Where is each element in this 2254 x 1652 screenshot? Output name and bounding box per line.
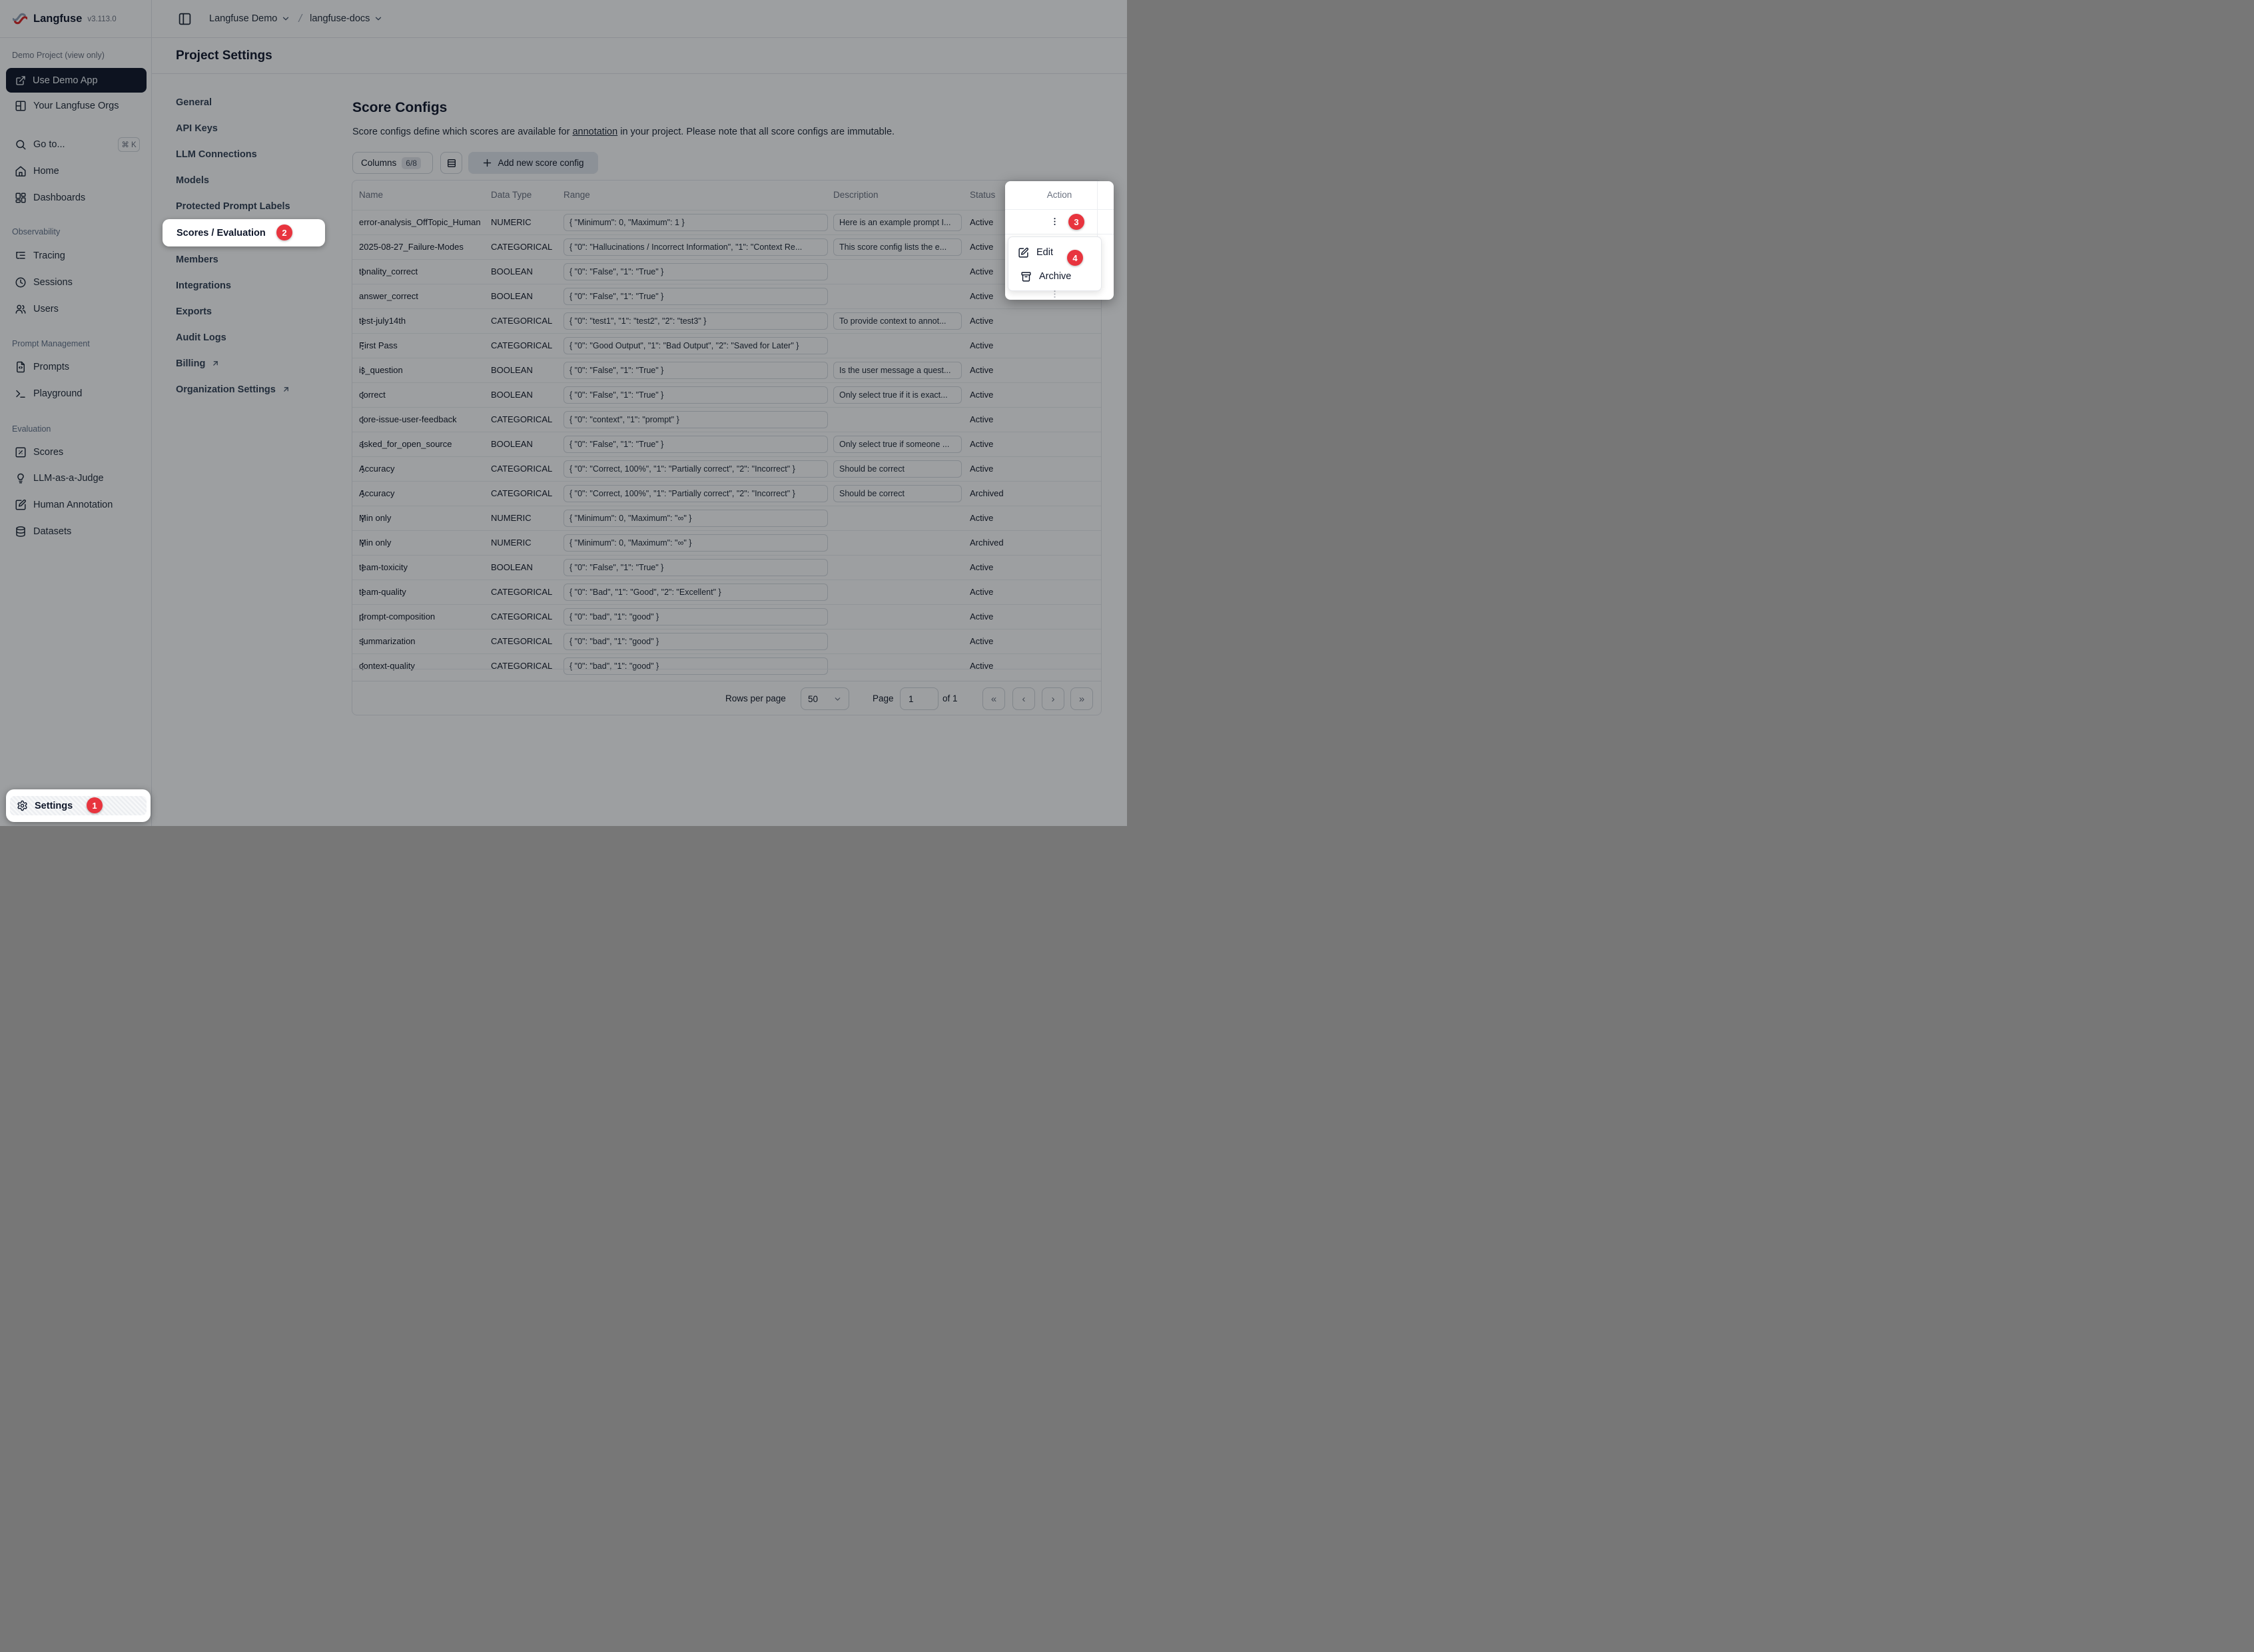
app-window: Langfuse v3.113.0 Demo Project (view onl… (0, 0, 1127, 826)
action-column-spotlight: Action 3 Edit 4 Archive (1005, 181, 1114, 300)
row-actions-button[interactable] (1046, 212, 1063, 230)
row-actions-button-faded (1046, 285, 1063, 302)
step-badge-2: 2 (276, 224, 292, 240)
step-badge-1: 1 (87, 797, 103, 813)
settings-nav-label: Scores / Evaluation (177, 228, 266, 238)
tutorial-dim-overlay (0, 0, 1127, 826)
settings-spotlight-card: Settings 1 (6, 789, 151, 822)
menu-item-label: Archive (1039, 271, 1071, 282)
settings-label: Settings (35, 801, 73, 811)
menu-item-label: Edit (1036, 247, 1053, 258)
divider (1005, 209, 1114, 210)
sidebar-item-settings[interactable]: Settings 1 (10, 796, 147, 815)
settings-nav-scores-evaluation[interactable]: Scores / Evaluation 2 (163, 219, 325, 246)
row-actions-menu: Edit 4 Archive (1008, 236, 1102, 291)
step-badge-3: 3 (1068, 214, 1084, 230)
edit-pencil-icon (1018, 247, 1029, 258)
menu-item-archive[interactable]: Archive (1008, 265, 1101, 288)
gear-icon (17, 800, 28, 811)
step-badge-4: 4 (1067, 250, 1083, 266)
archive-icon (1020, 271, 1032, 282)
menu-item-edit[interactable]: Edit (1008, 241, 1101, 264)
